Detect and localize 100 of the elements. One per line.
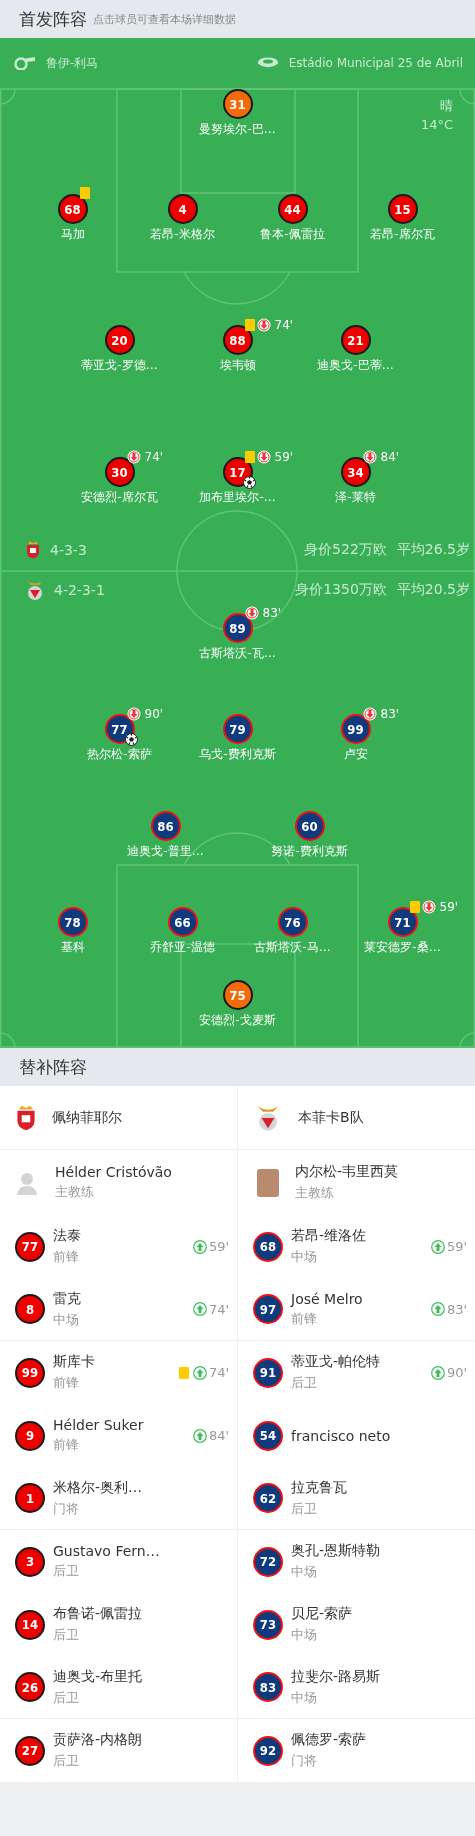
player-name[interactable]: 蒂亚戈-罗德… xyxy=(81,358,158,373)
player-name[interactable]: 基科 xyxy=(60,940,85,955)
player-name[interactable]: 加布里埃尔-… xyxy=(199,490,276,505)
player-name[interactable]: 若昂-席尔瓦 xyxy=(370,227,435,242)
player-name[interactable]: 斯库卡 xyxy=(53,1353,95,1371)
player-name[interactable]: 贝尼-索萨 xyxy=(291,1605,353,1623)
player-number: 99 xyxy=(15,1357,45,1388)
player-name[interactable]: 努诺-费利克斯 xyxy=(271,844,348,859)
player-number: 27 xyxy=(15,1735,45,1766)
player-name[interactable]: Hélder Suker xyxy=(53,1417,144,1433)
player-name[interactable]: 曼努埃尔-巴… xyxy=(199,122,276,137)
stadium-name: Estádio Municipal 25 de Abril xyxy=(288,56,463,70)
player-number[interactable]: 44 xyxy=(277,194,308,224)
player-number: 97 xyxy=(253,1294,283,1324)
player-number[interactable]: 88 xyxy=(222,325,253,355)
player-number[interactable]: 89 xyxy=(222,613,253,643)
player-number[interactable]: 79 xyxy=(222,714,253,744)
player-name[interactable]: 古斯塔沃-瓦… xyxy=(199,646,276,661)
player-number[interactable]: 75 xyxy=(222,980,253,1010)
formation-text: 4-2-3-1 xyxy=(54,582,105,598)
player-name[interactable]: 贡萨洛-内格朗 xyxy=(53,1731,143,1749)
player-position: 前锋 xyxy=(291,1309,318,1328)
player-number[interactable]: 31 xyxy=(222,89,253,119)
player-position: 前锋 xyxy=(53,1248,80,1266)
player-name[interactable]: 古斯塔沃-马… xyxy=(254,940,331,955)
player-name[interactable]: 鲁本-佩雷拉 xyxy=(260,227,325,242)
player-name[interactable]: 法泰 xyxy=(53,1227,81,1245)
shield-crest-icon xyxy=(26,541,40,559)
section-title: 首发阵容 xyxy=(19,7,87,31)
weather-text: 晴 xyxy=(440,97,453,115)
substitution-out-icon xyxy=(126,707,141,721)
substitution-out-icon xyxy=(244,606,259,620)
player-number: 54 xyxy=(253,1420,283,1451)
temperature-text: 14°C xyxy=(420,116,453,134)
player-number[interactable]: 86 xyxy=(150,811,181,841)
player-number[interactable]: 99 xyxy=(340,714,371,744)
player-name[interactable]: francisco neto xyxy=(291,1427,391,1444)
player-name[interactable]: 安德烈-戈麦斯 xyxy=(199,1013,276,1028)
player-number: 3 xyxy=(15,1546,45,1577)
player-number: 91 xyxy=(253,1357,283,1388)
player-name[interactable]: 热尔松-索萨 xyxy=(87,747,152,762)
player-name[interactable]: 奥孔-恩斯特勒 xyxy=(291,1542,381,1560)
player-number[interactable]: 66 xyxy=(167,907,198,937)
player-number[interactable]: 21 xyxy=(340,325,371,355)
player-name[interactable]: 佩德罗-索萨 xyxy=(291,1731,367,1749)
player-name[interactable]: 安德烈-席尔瓦 xyxy=(81,490,158,505)
player-name[interactable]: 若昂-米格尔 xyxy=(150,227,215,242)
player-name[interactable]: 拉斐尔-路易斯 xyxy=(291,1667,381,1686)
coach-role: 主教练 xyxy=(295,1184,335,1202)
player-number[interactable]: 34 xyxy=(340,457,371,487)
player-number: 14 xyxy=(15,1609,45,1640)
substitution-time: 59' xyxy=(208,1239,229,1254)
coach-name[interactable]: Hélder Cristóvão xyxy=(55,1164,172,1180)
player-name[interactable]: 乔舒亚-温德 xyxy=(150,940,215,955)
player-number[interactable]: 30 xyxy=(104,457,135,487)
player-number[interactable]: 68 xyxy=(57,194,88,224)
player-name[interactable]: 马加 xyxy=(60,227,85,242)
substitution-out-icon xyxy=(126,450,141,464)
substitution-time: 83' xyxy=(380,707,400,721)
player-name[interactable]: 埃韦顿 xyxy=(219,358,256,373)
substitution-in-icon xyxy=(430,1365,445,1380)
substitution-time: 59' xyxy=(274,450,294,464)
player-number: 72 xyxy=(253,1546,283,1577)
player-name[interactable]: 米格尔-奥利… xyxy=(53,1478,143,1497)
player-name[interactable]: 卢安 xyxy=(343,747,368,762)
substitution-out-icon xyxy=(362,707,377,721)
substitution-time: 90' xyxy=(144,707,164,721)
substitution-time: 74' xyxy=(144,450,164,464)
player-name[interactable]: 雷克 xyxy=(53,1289,81,1308)
substitution-in-icon xyxy=(430,1239,445,1254)
player-number: 73 xyxy=(253,1609,283,1640)
player-name[interactable]: 乌戈-费利克斯 xyxy=(199,747,276,762)
player-number[interactable]: 71 xyxy=(387,907,418,937)
player-name[interactable]: 若昂-维洛佐 xyxy=(291,1227,367,1245)
team-value-text: 身价522万欧 xyxy=(304,541,387,559)
player-name[interactable]: Gustavo Fern… xyxy=(53,1543,160,1559)
player-number[interactable]: 4 xyxy=(167,194,198,224)
formation-text: 4-3-3 xyxy=(50,542,87,558)
player-number[interactable]: 76 xyxy=(277,907,308,937)
player-position: 前锋 xyxy=(53,1374,80,1392)
player-number[interactable]: 15 xyxy=(387,194,418,224)
player-position: 后卫 xyxy=(53,1752,80,1770)
substitution-time: 83' xyxy=(262,606,282,620)
coach-name[interactable]: 内尔松-韦里西莫 xyxy=(295,1163,399,1181)
player-name[interactable]: 泽-莱特 xyxy=(335,490,376,505)
player-position: 后卫 xyxy=(53,1562,80,1580)
substitution-time: 83' xyxy=(446,1301,467,1317)
player-number[interactable]: 60 xyxy=(294,811,325,841)
player-number[interactable]: 78 xyxy=(57,907,88,937)
player-name[interactable]: 莱安德罗-桑… xyxy=(364,940,441,955)
player-number[interactable]: 20 xyxy=(104,325,135,355)
substitution-in-icon xyxy=(430,1302,445,1316)
player-name[interactable]: José Melro xyxy=(291,1290,363,1307)
player-name[interactable]: 蒂亚戈-帕伦特 xyxy=(291,1353,381,1371)
player-name[interactable]: 迪奥戈-巴蒂… xyxy=(317,358,394,373)
player-name[interactable]: 迪奥戈-普里… xyxy=(127,844,204,859)
player-number: 77 xyxy=(15,1231,45,1262)
player-name[interactable]: 布鲁诺-佩雷拉 xyxy=(53,1605,143,1623)
player-name[interactable]: 迪奥戈-布里托 xyxy=(53,1667,143,1686)
player-name[interactable]: 拉克鲁瓦 xyxy=(291,1478,347,1497)
